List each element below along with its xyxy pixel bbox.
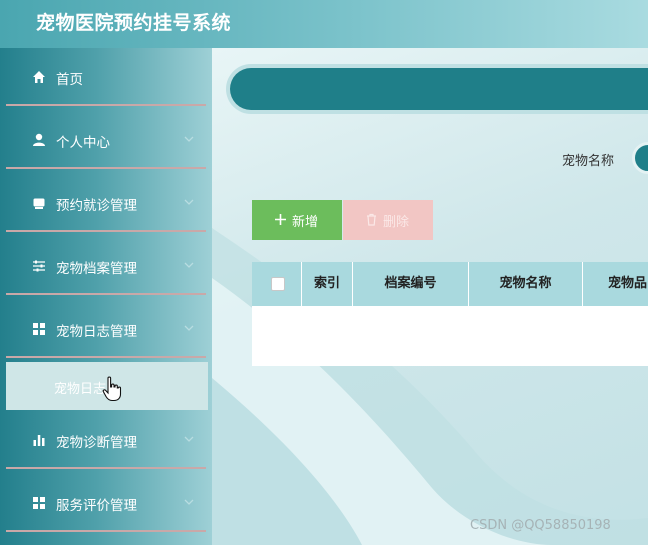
hand-pointer-icon <box>102 376 122 402</box>
submenu-item-label: 宠物日志 <box>54 382 107 397</box>
chevron-down-icon <box>184 199 194 205</box>
sidebar-item-home[interactable]: 首页 <box>6 48 206 106</box>
trash-icon <box>367 213 376 226</box>
watermark: CSDN @QQ58850198 <box>470 518 611 533</box>
chevron-down-icon <box>184 436 194 442</box>
chevron-down-icon <box>184 499 194 505</box>
chevron-down-icon <box>184 262 194 268</box>
sidebar-item-diagnosis[interactable]: 宠物诊断管理 <box>6 411 206 469</box>
bar-chart-icon <box>33 435 45 446</box>
sidebar-item-pet-logs[interactable]: 宠物日志管理 <box>6 300 206 358</box>
sidebar-item-appointments[interactable]: 预约就诊管理 <box>6 174 206 232</box>
app-title: 宠物医院预约挂号系统 <box>36 12 232 34</box>
add-button-label: 新增 <box>292 215 319 230</box>
sidebar-item-label: 个人中心 <box>56 135 110 151</box>
column-header[interactable]: 索引 <box>302 262 353 306</box>
sidebar-item-label: 宠物诊断管理 <box>56 435 137 451</box>
app-header: 宠物医院预约挂号系统 <box>0 0 648 48</box>
sidebar: 首页 个人中心 预约就诊管理 宠物档案管理 宠物日志管理 宠物日志 宠物诊断管理… <box>0 48 212 545</box>
sidebar-item-label: 服务评价管理 <box>56 498 137 514</box>
chevron-down-icon <box>184 325 194 331</box>
select-all-cell <box>252 262 302 306</box>
plus-icon <box>275 214 286 225</box>
column-header[interactable]: 宠物名称 <box>469 262 583 306</box>
delete-button[interactable]: 删除 <box>343 200 433 240</box>
sidebar-item-reviews[interactable]: 服务评价管理 <box>6 474 206 532</box>
sidebar-item-label: 预约就诊管理 <box>56 198 137 214</box>
user-icon <box>33 133 45 146</box>
main-content: 宠物名称 新增 删除 索引 档案编号 宠物名称 宠物品 <box>212 48 648 545</box>
add-button[interactable]: 新增 <box>252 200 342 240</box>
delete-button-label: 删除 <box>383 215 410 230</box>
sidebar-item-label: 宠物日志管理 <box>56 324 137 340</box>
grid-icon <box>33 497 45 509</box>
sidebar-item-pet-records[interactable]: 宠物档案管理 <box>6 237 206 295</box>
column-header[interactable]: 档案编号 <box>353 262 469 306</box>
records-table: 索引 档案编号 宠物名称 宠物品 <box>252 262 648 366</box>
grid-icon <box>33 323 45 335</box>
sidebar-item-label: 宠物档案管理 <box>56 261 137 277</box>
column-header[interactable]: 宠物品 <box>583 262 648 306</box>
select-all-checkbox[interactable] <box>271 277 285 291</box>
chevron-down-icon <box>184 136 194 142</box>
calendar-icon <box>33 198 45 209</box>
search-label: 宠物名称 <box>562 154 615 169</box>
sidebar-item-label: 首页 <box>56 72 83 88</box>
table-header: 索引 档案编号 宠物名称 宠物品 <box>252 262 648 306</box>
top-bar <box>230 68 648 110</box>
home-icon <box>33 71 45 83</box>
sliders-icon <box>33 260 45 272</box>
sidebar-item-profile[interactable]: 个人中心 <box>6 111 206 169</box>
